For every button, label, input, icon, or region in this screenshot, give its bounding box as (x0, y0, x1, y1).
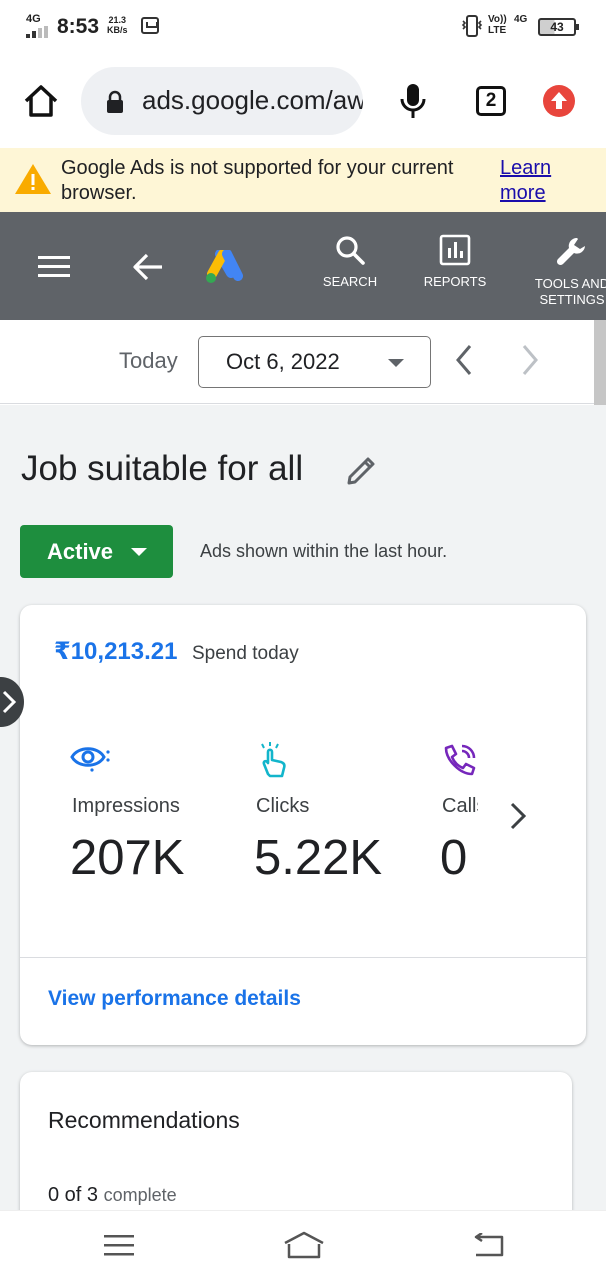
reports-icon (439, 234, 471, 266)
hamburger-menu-icon[interactable] (38, 256, 70, 278)
back-nav-icon[interactable] (472, 1233, 504, 1259)
chevron-right-icon (2, 690, 17, 714)
next-date-chevron-icon[interactable] (518, 342, 542, 378)
dropdown-caret-icon (388, 359, 404, 367)
header-search-button[interactable]: SEARCH (312, 234, 388, 290)
metric-calls: Calls 0 (440, 740, 478, 900)
pencil-edit-icon[interactable] (345, 453, 379, 487)
back-arrow-icon[interactable] (132, 252, 164, 282)
impressions-value: 207K (70, 831, 185, 885)
header-reports-button[interactable]: REPORTS (414, 234, 496, 290)
google-ads-header: SEARCH REPORTS TOOLS AND SETTINGS (0, 212, 606, 320)
network-type-right: 4G (514, 14, 528, 25)
battery-icon: 43 (538, 18, 579, 36)
campaign-status-dropdown[interactable]: Active (20, 525, 173, 578)
network-speed: 21.3 KB/s (107, 15, 128, 35)
tools-label-line2: SETTINGS (539, 292, 605, 307)
learn-more-line2[interactable]: more (500, 181, 551, 206)
spend-label: Spend today (192, 643, 299, 664)
learn-more-link[interactable]: Learn more (500, 156, 551, 206)
search-icon (336, 236, 365, 265)
click-hand-icon (261, 742, 286, 778)
update-icon[interactable] (543, 85, 575, 117)
card-divider (20, 957, 586, 958)
speed-value: 21.3 (108, 15, 127, 25)
header-tools-settings-button[interactable]: TOOLS AND SETTINGS (524, 234, 606, 308)
date-range-bar: Today Oct 6, 2022 (0, 320, 606, 404)
banner-message: Google Ads is not supported for your cur… (61, 157, 454, 204)
volte-indicator: Vo)) LTE (488, 14, 507, 36)
metrics-next-chevron-icon[interactable] (506, 798, 530, 834)
performance-card: ₹10,213.21 Spend today Impressions 207K … (20, 605, 586, 1045)
metrics-fade (478, 735, 508, 905)
impressions-label: Impressions (72, 795, 180, 817)
impressions-eye-icon (70, 747, 110, 772)
date-range-label: Today (119, 348, 178, 373)
calls-label: Calls (442, 795, 478, 817)
microphone-icon[interactable] (398, 82, 428, 120)
warning-icon (15, 164, 51, 194)
clicks-label: Clicks (256, 795, 310, 817)
recent-apps-icon[interactable] (104, 1235, 134, 1257)
clicks-value: 5.22K (254, 831, 383, 885)
reports-label: REPORTS (423, 274, 487, 289)
browser-toolbar: ads.google.com/aw 2 (0, 56, 606, 148)
caret-down-icon (131, 548, 147, 556)
phone-call-icon (444, 744, 476, 776)
tab-switcher-button[interactable]: 2 (476, 86, 506, 116)
status-note: Ads shown within the last hour. (200, 541, 448, 561)
message-icon (141, 17, 159, 34)
calls-value: 0 (440, 831, 468, 885)
campaign-overview: Job suitable for all Active Ads shown wi… (0, 405, 606, 1210)
recommendations-title: Recommendations (48, 1107, 240, 1133)
previous-date-chevron-icon[interactable] (452, 342, 476, 378)
recommendations-done: 0 of 3 (48, 1184, 99, 1206)
system-navigation-bar (0, 1210, 606, 1280)
wrench-icon (556, 237, 585, 266)
url-text: ads.google.com/aw (142, 85, 363, 115)
campaign-title: Job suitable for all (21, 449, 304, 488)
recommendations-done-suffix: complete (103, 1185, 177, 1205)
status-label: Active (47, 539, 114, 564)
status-bar: 4G 8:53 21.3 KB/s Vo)) LTE 4G 43 (0, 0, 606, 56)
search-label: SEARCH (322, 274, 378, 289)
network-type: 4G (26, 13, 41, 25)
unsupported-browser-banner: Google Ads is not supported for your cur… (0, 148, 606, 212)
learn-more-line1[interactable]: Learn (500, 156, 551, 181)
date-picker[interactable]: Oct 6, 2022 (198, 336, 431, 388)
spend-amount: ₹10,213.21 (54, 638, 178, 665)
vibrate-icon (461, 15, 483, 37)
tools-label-line1: TOOLS AND (534, 276, 606, 291)
address-bar[interactable]: ads.google.com/aw (81, 67, 363, 135)
home-nav-icon[interactable] (283, 1231, 325, 1261)
home-icon[interactable] (22, 82, 60, 120)
speed-unit: KB/s (107, 25, 128, 35)
view-performance-details-link[interactable]: View performance details (48, 987, 301, 1011)
google-ads-logo-icon (206, 250, 243, 283)
selected-date: Oct 6, 2022 (226, 349, 340, 374)
signal-icon (26, 26, 48, 38)
lock-icon (107, 90, 123, 113)
clock: 8:53 (57, 15, 100, 38)
recommendations-progress: 0 of 3 complete (48, 1184, 177, 1207)
recommendations-card[interactable]: Recommendations 0 of 3 complete (20, 1072, 572, 1210)
